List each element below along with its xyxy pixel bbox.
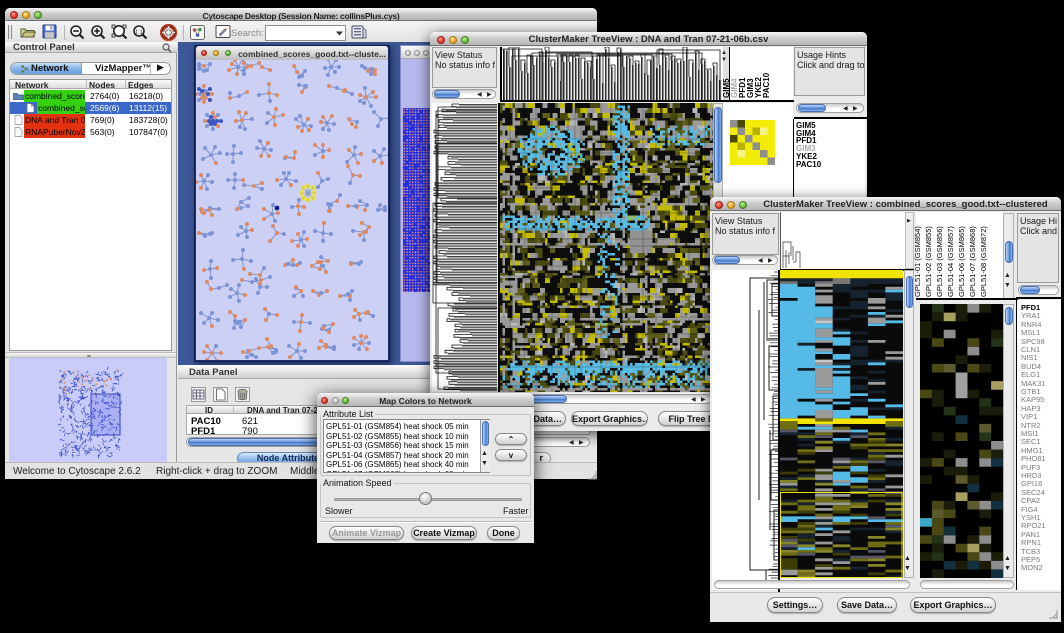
svg-text:1:1: 1:1 — [135, 29, 143, 35]
